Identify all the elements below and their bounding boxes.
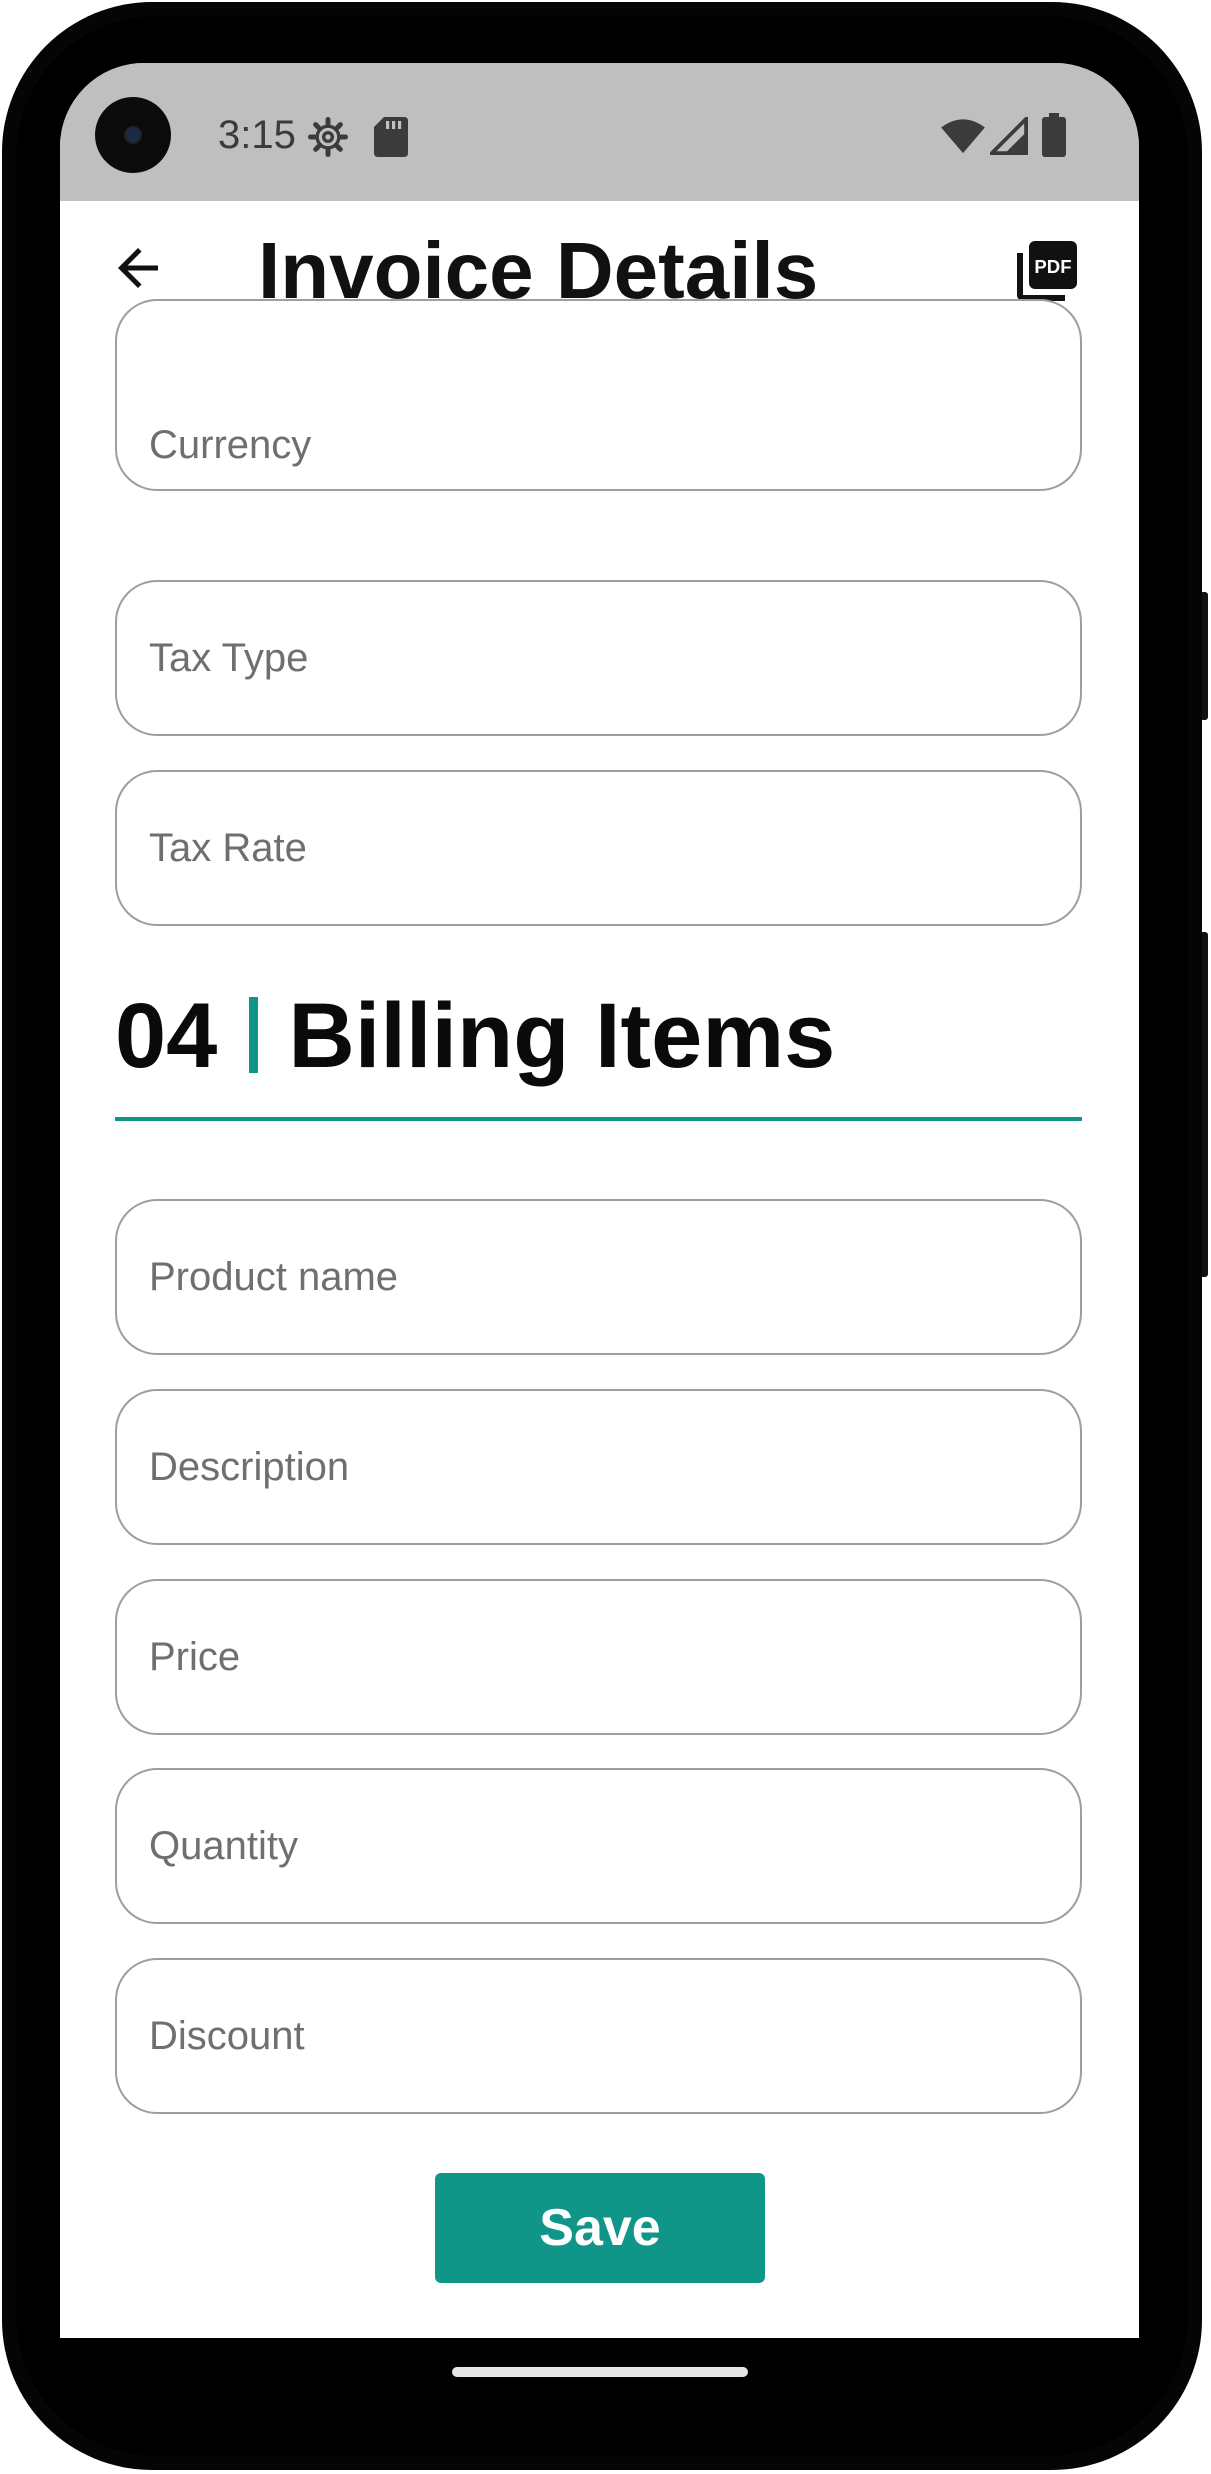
quantity-input[interactable]	[149, 1770, 1049, 1922]
sd-card-icon	[374, 117, 408, 157]
product-name-input[interactable]	[149, 1201, 1049, 1353]
product-name-field[interactable]	[115, 1199, 1082, 1355]
device: 3:15 Invoice Details PDF Currency Tax Ty…	[0, 0, 1211, 2474]
tax-type-field[interactable]	[115, 580, 1082, 736]
status-time: 3:15	[218, 113, 296, 157]
save-button[interactable]: Save	[435, 2173, 765, 2283]
price-input[interactable]	[149, 1581, 1049, 1733]
section-separator	[249, 997, 259, 1073]
settings-icon	[308, 117, 348, 157]
front-camera	[95, 97, 171, 173]
home-indicator[interactable]	[452, 2367, 748, 2377]
currency-field[interactable]	[115, 299, 1082, 493]
discount-field[interactable]	[115, 1958, 1082, 2114]
discount-input[interactable]	[149, 1960, 1049, 2112]
wifi-icon	[941, 119, 985, 154]
billing-section-heading: 04 Billing Items	[115, 990, 1082, 1082]
section-title: Billing Items	[288, 985, 836, 1087]
quantity-field[interactable]	[115, 1768, 1082, 1924]
tax-type-input[interactable]	[149, 582, 1049, 734]
arrow-back-icon[interactable]	[108, 238, 168, 298]
screen: 3:15 Invoice Details PDF Currency Tax Ty…	[60, 63, 1139, 2338]
tax-rate-field[interactable]	[115, 770, 1082, 926]
section-number: 04	[115, 985, 218, 1087]
section-divider	[115, 1117, 1082, 1121]
price-field[interactable]	[115, 1579, 1082, 1735]
description-field[interactable]	[115, 1389, 1082, 1545]
battery-icon	[1042, 113, 1066, 157]
svg-text:PDF: PDF	[1034, 256, 1071, 277]
tax-rate-input[interactable]	[149, 772, 1049, 924]
description-input[interactable]	[149, 1391, 1049, 1543]
status-bar: 3:15	[60, 63, 1139, 201]
cell-signal-icon	[990, 117, 1028, 155]
pdf-icon[interactable]: PDF	[1011, 235, 1083, 307]
currency-input[interactable]	[149, 397, 1049, 493]
